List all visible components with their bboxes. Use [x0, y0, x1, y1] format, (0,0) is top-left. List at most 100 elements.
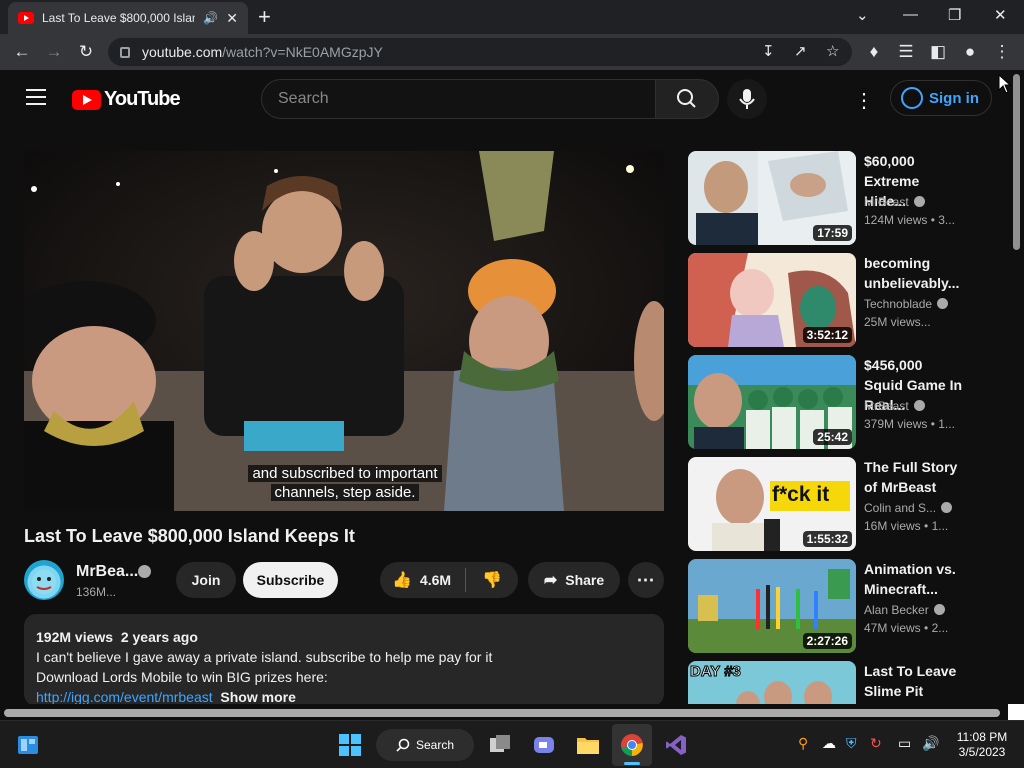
search-tray-icon[interactable]: ⚲ — [798, 735, 808, 752]
restore-icon[interactable]: ❐ — [948, 6, 961, 24]
description-link[interactable]: http://igg.com/event/mrbeast — [36, 689, 213, 705]
system-clock[interactable]: 11:08 PM 3/5/2023 — [952, 730, 1012, 760]
recommendation-channel[interactable]: MrBeast — [864, 399, 925, 413]
horizontal-scroll-thumb[interactable] — [4, 709, 1000, 717]
video-frame — [24, 151, 664, 511]
recommendation-title[interactable]: Animation vs. Minecraft... — [864, 559, 964, 599]
tab-search-chevron-icon[interactable]: ⌄ — [856, 6, 869, 24]
start-icon[interactable] — [338, 733, 362, 757]
sign-in-button[interactable]: Sign in — [890, 80, 992, 116]
update-icon[interactable]: ↻ — [870, 735, 882, 752]
vertical-scroll-thumb[interactable] — [1013, 74, 1020, 250]
show-more-button[interactable]: Show more — [220, 689, 295, 705]
recommendation-item[interactable]: 25:42 $456,000 Squid Game In Real... MrB… — [688, 355, 988, 449]
recommendation-stats: 16M views • 1... — [864, 519, 948, 533]
view-count: 192M views — [36, 629, 114, 645]
recommendation-item[interactable]: f*ck it 1:55:32 The Full Story of MrBeas… — [688, 457, 988, 551]
minimize-icon[interactable]: — — [903, 6, 918, 23]
task-view-icon[interactable] — [488, 733, 512, 757]
browser-tab[interactable]: Last To Leave $800,000 Island 🔊 ✕ — [8, 2, 248, 34]
recommendation-item[interactable]: DAY #3 Last To Leave Slime Pit Win... — [688, 661, 988, 704]
tab-close-icon[interactable]: ✕ — [226, 10, 238, 27]
visual-studio-icon[interactable] — [664, 733, 688, 757]
thumbnail-overlay-text: f*ck it — [772, 483, 830, 506]
recommendation-channel[interactable]: Alan Becker — [864, 603, 945, 617]
more-horizontal-icon: ⋯ — [636, 569, 656, 590]
video-thumbnail[interactable]: DAY #3 — [688, 661, 856, 704]
new-tab-icon[interactable]: + — [258, 4, 271, 30]
share-button[interactable]: ➦ Share — [528, 562, 620, 598]
mouse-cursor-icon — [998, 74, 1012, 94]
recommendation-stats: 47M views • 2... — [864, 621, 948, 635]
profile-icon[interactable]: ● — [960, 42, 980, 62]
onedrive-icon[interactable]: ☁ — [822, 735, 836, 752]
like-button[interactable]: 👍 4.6M — [392, 570, 451, 590]
recommendation-title[interactable]: Last To Leave Slime Pit Win... — [864, 661, 964, 704]
subscribe-button[interactable]: Subscribe — [243, 562, 338, 598]
back-icon[interactable]: ← — [12, 42, 32, 62]
recommendation-item[interactable]: 17:59 $60,000 Extreme Hide... MrBeast 12… — [688, 151, 988, 245]
channel-avatar[interactable] — [24, 560, 64, 600]
vertical-scrollbar[interactable] — [1010, 70, 1024, 710]
youtube-logo[interactable]: YouTube — [72, 88, 181, 111]
verified-badge-icon — [937, 298, 949, 309]
guide-menu-icon[interactable] — [26, 89, 46, 105]
reload-icon[interactable]: ↻ — [76, 42, 96, 62]
side-panel-icon[interactable]: ◧ — [928, 42, 948, 62]
recommendation-channel[interactable]: Technoblade — [864, 297, 949, 311]
forward-icon[interactable]: → — [44, 42, 64, 62]
bookmark-star-icon[interactable]: ☆ — [826, 42, 839, 60]
video-thumbnail[interactable]: 25:42 — [688, 355, 856, 449]
channel-name[interactable]: MrBea... — [76, 563, 138, 581]
search-icon — [677, 89, 696, 108]
recommendation-item[interactable]: 3:52:12 becoming unbelievably... Technob… — [688, 253, 988, 347]
address-bar[interactable]: youtube.com/watch?v=NkE0AMGzpJY — [108, 38, 852, 66]
thumbnail-overlay-text: DAY #3 — [690, 663, 742, 681]
browser-toolbar: ← → ↻ youtube.com/watch?v=NkE0AMGzpJY ↧ … — [0, 34, 1024, 70]
window-close-icon[interactable]: ✕ — [994, 6, 1007, 24]
volume-icon[interactable]: 🔊 — [922, 735, 939, 752]
search-input[interactable]: Search — [261, 79, 657, 119]
search-button[interactable] — [655, 79, 719, 119]
video-player[interactable] — [24, 151, 664, 511]
youtube-header: YouTube Search ⋮ Sign in — [0, 70, 1010, 126]
description-box[interactable]: 192M views 2 years ago I can't believe I… — [24, 614, 664, 706]
views-text: 16M views — [864, 519, 921, 533]
channel-name-text: Colin and S... — [864, 501, 937, 515]
recommendation-title[interactable]: becoming unbelievably... — [864, 253, 964, 293]
install-app-icon[interactable]: ↧ — [762, 42, 775, 60]
more-actions-button[interactable]: ⋯ — [628, 562, 664, 598]
join-button[interactable]: Join — [176, 562, 236, 598]
file-explorer-icon[interactable] — [576, 733, 600, 757]
recommendation-channel[interactable]: Colin and S... — [864, 501, 953, 515]
share-page-icon[interactable]: ↗ — [794, 42, 807, 60]
dislike-button[interactable]: 👎 — [482, 570, 502, 590]
taskbar-search[interactable]: Search — [376, 729, 474, 761]
horizontal-scrollbar[interactable] — [0, 704, 1010, 720]
views-text: 379M views — [864, 417, 928, 431]
extensions-icon[interactable]: ♦ — [864, 42, 884, 62]
media-controls-icon[interactable]: ☰ — [896, 42, 916, 62]
video-thumbnail[interactable]: f*ck it 1:55:32 — [688, 457, 856, 551]
recommendation-title[interactable]: The Full Story of MrBeast — [864, 457, 964, 497]
recommendation-item[interactable]: 2:27:26 Animation vs. Minecraft... Alan … — [688, 559, 988, 653]
caption-line-1: and subscribed to important — [248, 465, 442, 482]
chrome-menu-icon[interactable]: ⋮ — [992, 42, 1012, 62]
security-icon[interactable]: ⛨ — [846, 735, 857, 752]
chrome-icon[interactable] — [620, 733, 644, 757]
recommendation-stats: 379M views • 1... — [864, 417, 955, 431]
video-thumbnail[interactable]: 17:59 — [688, 151, 856, 245]
teams-chat-icon[interactable] — [532, 733, 556, 757]
recommendation-channel[interactable]: MrBeast — [864, 195, 925, 209]
video-thumbnail[interactable]: 3:52:12 — [688, 253, 856, 347]
lock-icon[interactable] — [120, 46, 130, 58]
network-icon[interactable]: ▭ — [898, 735, 911, 752]
voice-search-button[interactable] — [727, 79, 767, 119]
widgets-icon[interactable] — [16, 733, 40, 757]
join-label: Join — [191, 572, 221, 588]
settings-menu-icon[interactable]: ⋮ — [854, 88, 874, 113]
tab-title: Last To Leave $800,000 Island — [42, 11, 196, 25]
audio-playing-icon[interactable]: 🔊 — [203, 11, 218, 25]
video-duration: 3:52:12 — [802, 327, 852, 343]
video-thumbnail[interactable]: 2:27:26 — [688, 559, 856, 653]
